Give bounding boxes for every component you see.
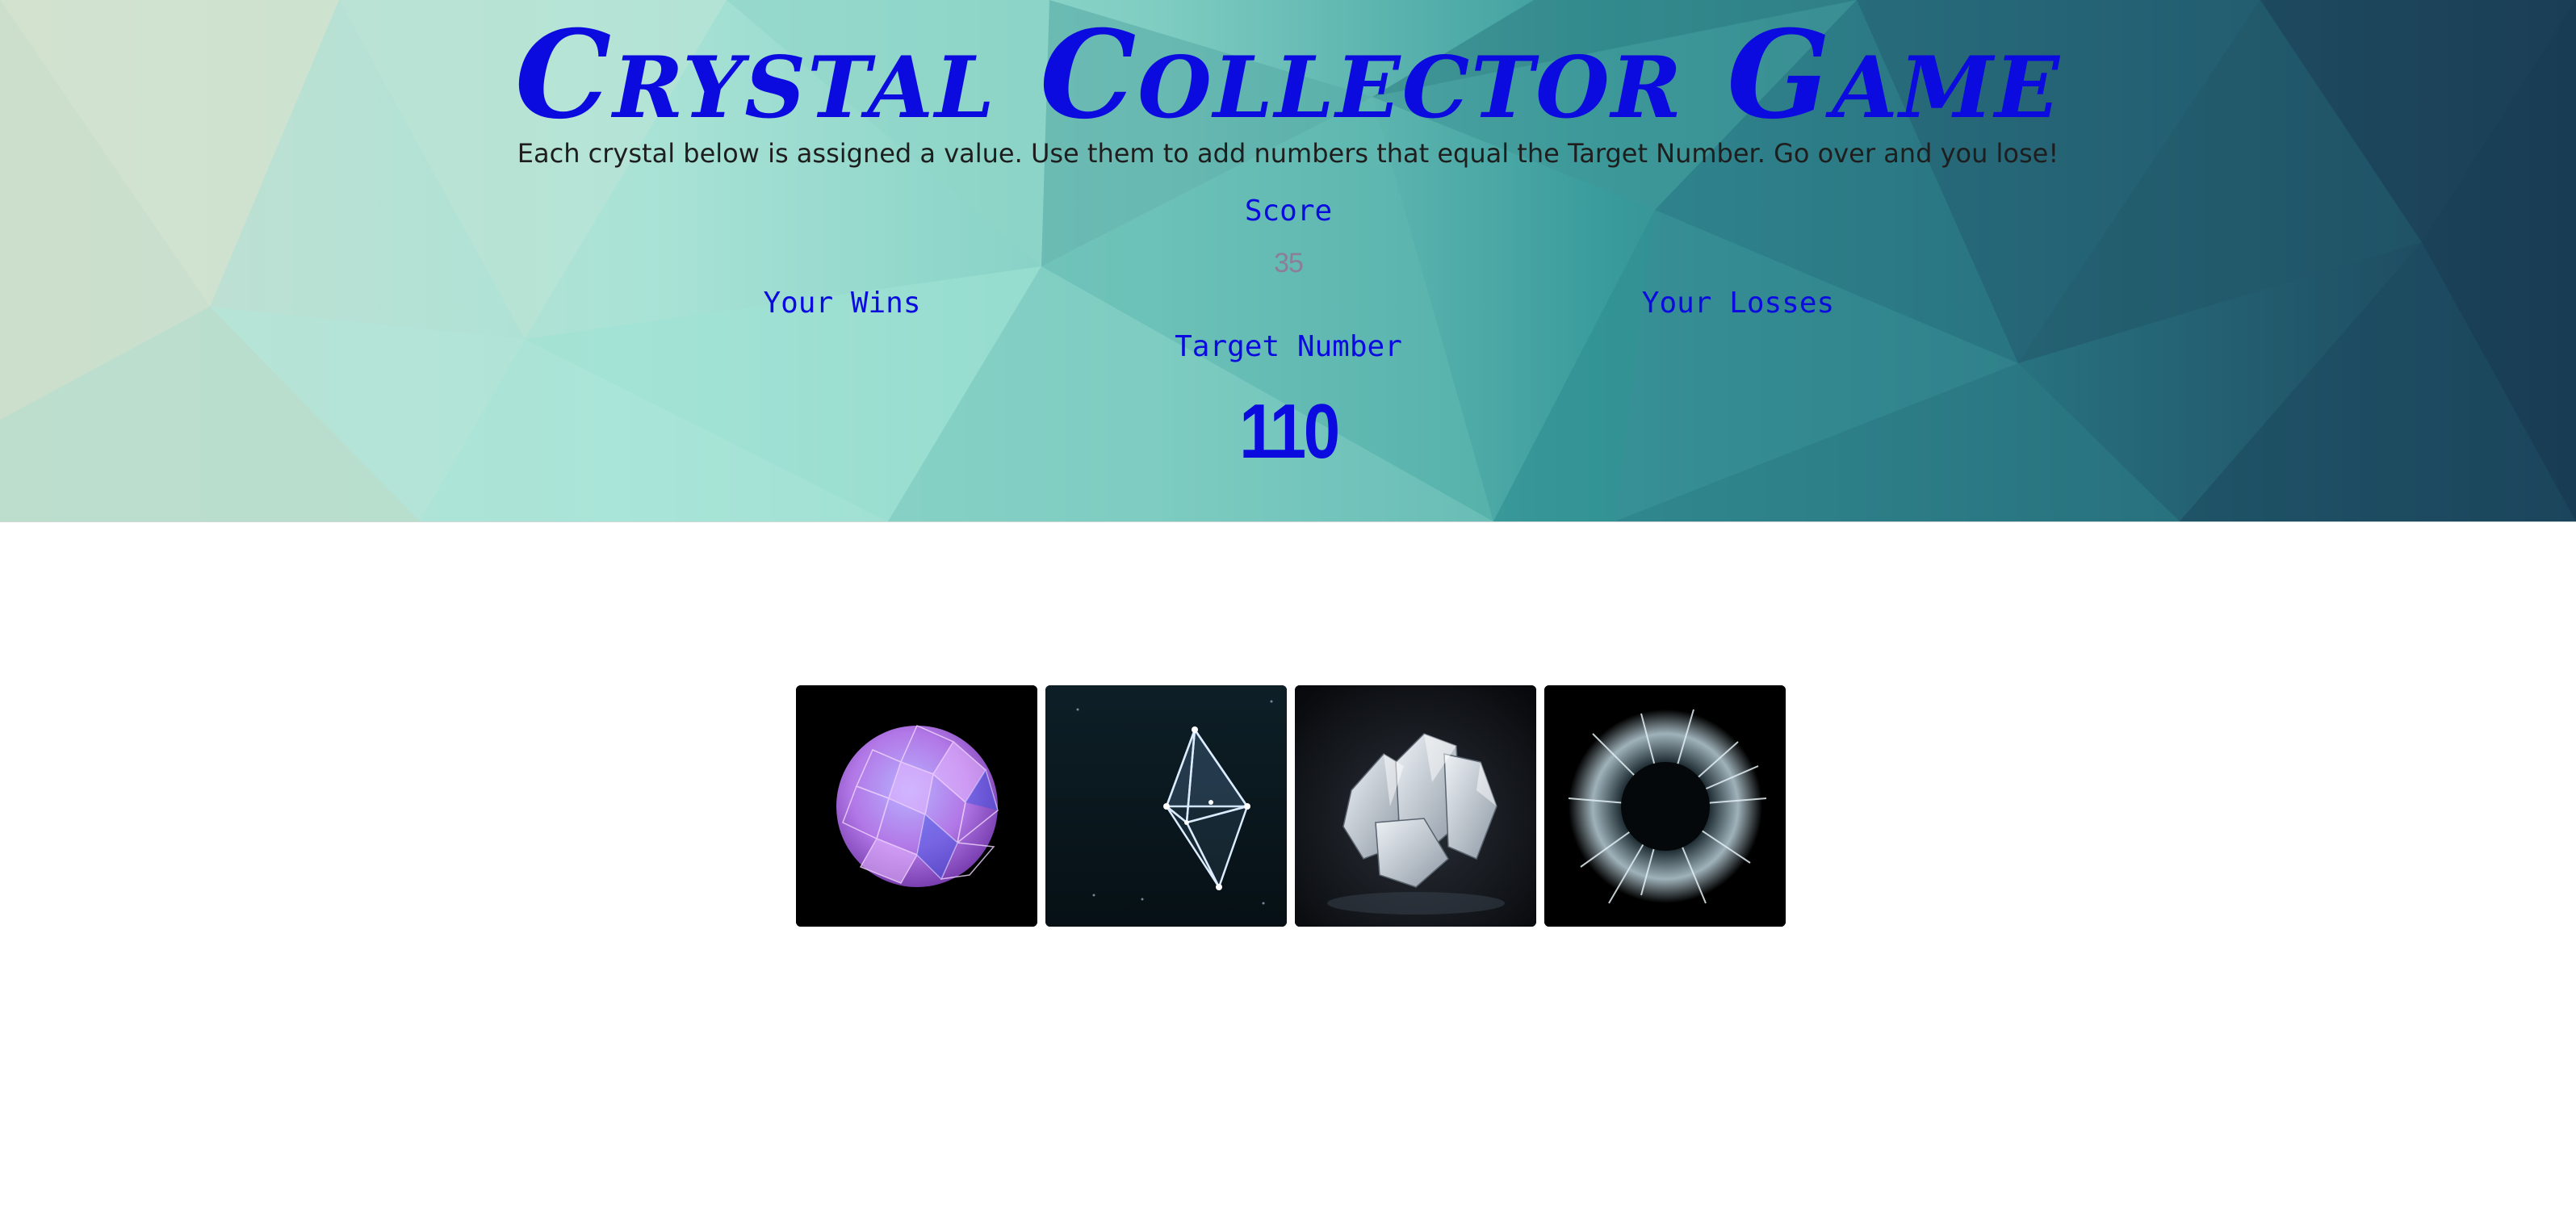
score-value: 35 (1274, 248, 1304, 278)
purple-sphere-crystal-icon (796, 685, 1037, 927)
crystal-button-4[interactable] (1544, 685, 1786, 927)
crystal-button-3[interactable] (1295, 685, 1536, 927)
target-number-value: 110 (1239, 388, 1340, 475)
hero-banner: Crystal Collector Game Each crystal belo… (0, 0, 2576, 522)
game-instructions: Each crystal below is assigned a value. … (517, 138, 2059, 169)
wins-label: Your Wins (763, 287, 921, 320)
quartz-cluster-crystal-icon (1295, 685, 1536, 927)
crystal-button-2[interactable] (1045, 685, 1287, 927)
crystal-row (796, 685, 1786, 927)
scoreboard: Crystal Collector Game Each crystal belo… (0, 0, 2576, 521)
octahedron-crystal-icon (1045, 685, 1287, 927)
crystal-button-1[interactable] (796, 685, 1037, 927)
losses-label: Your Losses (1641, 287, 1835, 320)
target-number-label: Target Number (1175, 330, 1402, 363)
score-label: Score (1244, 195, 1333, 228)
spiky-burst-crystal-icon (1544, 685, 1786, 927)
game-title: Crystal Collector Game (514, 4, 2062, 146)
